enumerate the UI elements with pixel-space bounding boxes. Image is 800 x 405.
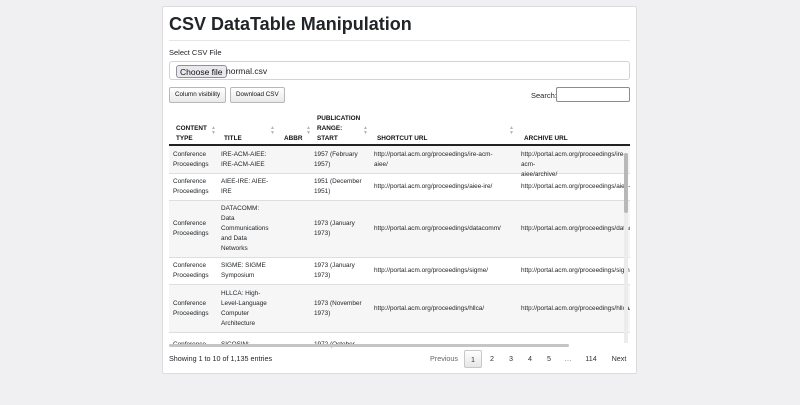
sort-icon[interactable]: ▲ ▼ [211, 126, 216, 136]
cell-title: AIEE-IRE: AIEE- IRE [221, 178, 269, 195]
cell-shortcut-url: http://portal.acm.org/proceedings/ire-ac… [374, 151, 493, 168]
cell-content-type: Conference Proceedings [173, 178, 209, 195]
column-header-label: TITLE [224, 135, 242, 142]
selected-file-name: normal.csv [226, 66, 268, 76]
cell-title: IRE-ACM-AIEE: IRE-ACM-AIEE [221, 151, 267, 168]
column-header-label: CONTENT TYPE [176, 125, 207, 142]
sort-icon[interactable]: ▲ ▼ [270, 126, 275, 136]
pagination-next[interactable]: Next [605, 350, 633, 368]
table-header: CONTENT TYPE ▲ ▼ TITLE ▲ ▼ ABBR ▲ ▼ PUBLICA… [169, 108, 630, 146]
pagination-ellipsis: … [564, 354, 572, 363]
file-input-label: Select CSV File [169, 48, 222, 57]
pagination-page-3[interactable]: 3 [502, 350, 520, 368]
cell-start: 1957 (February 1957) [314, 151, 358, 168]
column-visibility-button[interactable]: Column visibility [169, 87, 227, 103]
column-header-title[interactable]: TITLE [224, 134, 242, 144]
pagination-page-1[interactable]: 1 [464, 350, 482, 368]
cell-content-type: Conference Proceedings [173, 220, 209, 237]
table-row[interactable]: Conference Proceedings IRE-ACM-AIEE: IRE… [169, 146, 630, 178]
cell-shortcut-url: http://portal.acm.org/proceedings/aiee-i… [374, 183, 493, 190]
column-header-archive-url[interactable]: ARCHIVE URL [524, 134, 568, 144]
column-header-label: PUBLICATION RANGE: START [317, 115, 361, 142]
column-header-label: ARCHIVE URL [524, 135, 568, 142]
cell-start: 1973 (January 1973) [314, 262, 355, 279]
pagination-page-5[interactable]: 5 [540, 350, 558, 368]
cell-start: 1973 (November 1973) [314, 300, 362, 317]
pagination-page-4[interactable]: 4 [521, 350, 539, 368]
download-csv-button[interactable]: Download CSV [230, 87, 285, 103]
pagination-previous[interactable]: Previous [425, 350, 463, 368]
page-title: CSV DataTable Manipulation [169, 14, 412, 34]
table-row[interactable]: Conference Proceedings DATACOMM: Data Co… [169, 201, 630, 258]
cell-shortcut-url: http://portal.acm.org/proceedings/hllca/ [374, 305, 485, 312]
cell-shortcut-url: http://portal.acm.org/proceedings/dataco… [374, 225, 501, 232]
table-row[interactable]: Conference Proceedings HLLCA: High- Leve… [169, 285, 630, 333]
cell-start: 1973 (January 1973) [314, 220, 355, 237]
cell-shortcut-url: http://portal.acm.org/proceedings/sigme/ [374, 267, 489, 274]
title-divider [169, 40, 630, 41]
search-input[interactable] [556, 87, 630, 102]
column-header-abbr[interactable]: ABBR [284, 134, 302, 144]
column-header-label: ABBR [284, 135, 303, 142]
data-table: CONTENT TYPE ▲ ▼ TITLE ▲ ▼ ABBR ▲ ▼ PUBLICA… [169, 108, 630, 348]
cell-title: SIGME: SIGME Symposium [221, 262, 266, 279]
sort-icon[interactable]: ▲ ▼ [363, 126, 368, 136]
column-header-content-type[interactable]: CONTENT TYPE [176, 124, 207, 144]
search-label: Search: [531, 91, 557, 100]
sort-icon[interactable]: ▲ ▼ [306, 126, 311, 136]
cell-content-type: Conference Proceedings [173, 262, 209, 279]
cell-archive-url: http://portal.acm.org/proceedings/dataco… [521, 225, 630, 232]
column-header-label: SHORTCUT URL [377, 135, 428, 142]
sort-icon[interactable]: ▲ ▼ [509, 126, 514, 136]
cell-archive-url: http://portal.acm.org/proceedings/hllca/… [521, 305, 630, 312]
column-header-shortcut-url[interactable]: SHORTCUT URL [377, 134, 427, 144]
table-row[interactable]: Conference Proceedings AIEE-IRE: AIEE- I… [169, 174, 630, 201]
horizontal-scrollbar[interactable] [169, 344, 569, 347]
table-info: Showing 1 to 10 of 1,135 entries [169, 354, 273, 363]
cell-title: HLLCA: High- Level-Language Computer Arc… [221, 290, 267, 327]
vertical-scroll-thumb[interactable] [624, 153, 628, 213]
pagination-page-114[interactable]: 114 [579, 350, 603, 368]
cell-content-type: Conference Proceedings [173, 300, 209, 317]
cell-archive-url: http://portal.acm.org/proceedings/sigme/… [521, 267, 630, 274]
column-header-publication-range-start[interactable]: PUBLICATION RANGE: START [317, 114, 360, 144]
cell-archive-url: http://portal.acm.org/proceedings/aiee-i… [521, 183, 630, 190]
file-input[interactable]: Choose file normal.csv [169, 61, 630, 80]
pagination-page-2[interactable]: 2 [483, 350, 501, 368]
main-card: CSV DataTable Manipulation Select CSV Fi… [162, 6, 637, 374]
vertical-scrollbar[interactable] [624, 153, 628, 343]
table-row[interactable]: Conference Proceedings SIGME: SIGME Symp… [169, 258, 630, 285]
cell-content-type: Conference Proceedings [173, 151, 209, 168]
choose-file-button[interactable]: Choose file [176, 65, 227, 78]
cell-title: DATACOMM: Data Communications and Data N… [221, 205, 269, 252]
cell-start: 1951 (December 1951) [314, 178, 362, 195]
